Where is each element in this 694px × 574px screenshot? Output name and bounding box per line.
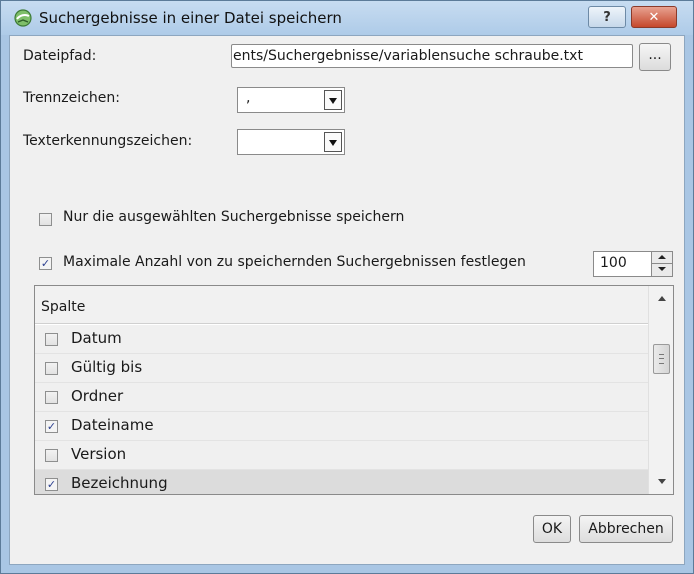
scroll-up-icon[interactable]: [649, 290, 673, 306]
list-item[interactable]: Datum: [35, 325, 648, 354]
dateipfad-input[interactable]: ents/Suchergebnisse/variablensuche schra…: [231, 44, 633, 68]
row-label: Gültig bis: [71, 358, 143, 376]
stepper-up-icon[interactable]: [652, 252, 672, 264]
browse-button[interactable]: ...: [639, 43, 671, 71]
only-selected-checkbox[interactable]: [39, 213, 52, 226]
row-label: Datum: [71, 329, 122, 347]
stepper-down-icon[interactable]: [652, 264, 672, 276]
title-bar[interactable]: Suchergebnisse in einer Datei speichern …: [1, 1, 693, 35]
max-count-checkbox[interactable]: ✓: [39, 257, 52, 270]
chevron-down-icon[interactable]: [324, 132, 342, 152]
list-scrollbar[interactable]: [648, 286, 673, 494]
trennzeichen-label: Trennzeichen:: [23, 90, 120, 106]
row-checkbox[interactable]: [45, 449, 58, 462]
trennzeichen-value: ,: [246, 90, 251, 106]
cancel-button[interactable]: Abbrechen: [579, 515, 673, 543]
scroll-down-icon[interactable]: [649, 474, 673, 490]
max-count-label[interactable]: Maximale Anzahl von zu speichernden Such…: [63, 254, 526, 270]
max-count-stepper[interactable]: 100: [593, 251, 673, 277]
help-button[interactable]: ?: [588, 6, 626, 28]
texterkennung-label: Texterkennungszeichen:: [23, 133, 193, 149]
only-selected-label[interactable]: Nur die ausgewählten Suchergebnisse spei…: [63, 209, 404, 225]
dialog-window: Suchergebnisse in einer Datei speichern …: [0, 0, 694, 574]
row-checkbox[interactable]: [45, 391, 58, 404]
max-count-value[interactable]: 100: [600, 255, 627, 271]
list-header[interactable]: Spalte: [35, 286, 648, 324]
ok-button[interactable]: OK: [533, 515, 571, 543]
list-item[interactable]: ✓ Bezeichnung: [35, 470, 648, 494]
list-item[interactable]: Version: [35, 441, 648, 470]
column-header-spalte: Spalte: [41, 299, 86, 315]
row-label: Version: [71, 445, 127, 463]
chevron-down-icon[interactable]: [324, 90, 342, 110]
save-results-icon: [14, 9, 32, 27]
list-item[interactable]: ✓ Dateiname: [35, 412, 648, 441]
dateipfad-label: Dateipfad:: [23, 48, 97, 64]
list-item[interactable]: Ordner: [35, 383, 648, 412]
stepper-buttons: [651, 252, 672, 276]
row-label: Ordner: [71, 387, 124, 405]
row-checkbox[interactable]: [45, 362, 58, 375]
close-button[interactable]: ✕: [631, 6, 677, 28]
columns-list: Spalte Datum Gültig bis Ordner ✓ Dateina…: [34, 285, 674, 495]
row-checkbox[interactable]: ✓: [45, 478, 58, 491]
trennzeichen-select[interactable]: ,: [237, 87, 345, 113]
row-label: Dateiname: [71, 416, 154, 434]
row-checkbox[interactable]: ✓: [45, 420, 58, 433]
row-checkbox[interactable]: [45, 333, 58, 346]
row-label: Bezeichnung: [71, 474, 168, 492]
texterkennung-select[interactable]: [237, 129, 345, 155]
scrollbar-thumb[interactable]: [653, 344, 670, 374]
window-title: Suchergebnisse in einer Datei speichern: [39, 9, 342, 27]
list-item[interactable]: Gültig bis: [35, 354, 648, 383]
